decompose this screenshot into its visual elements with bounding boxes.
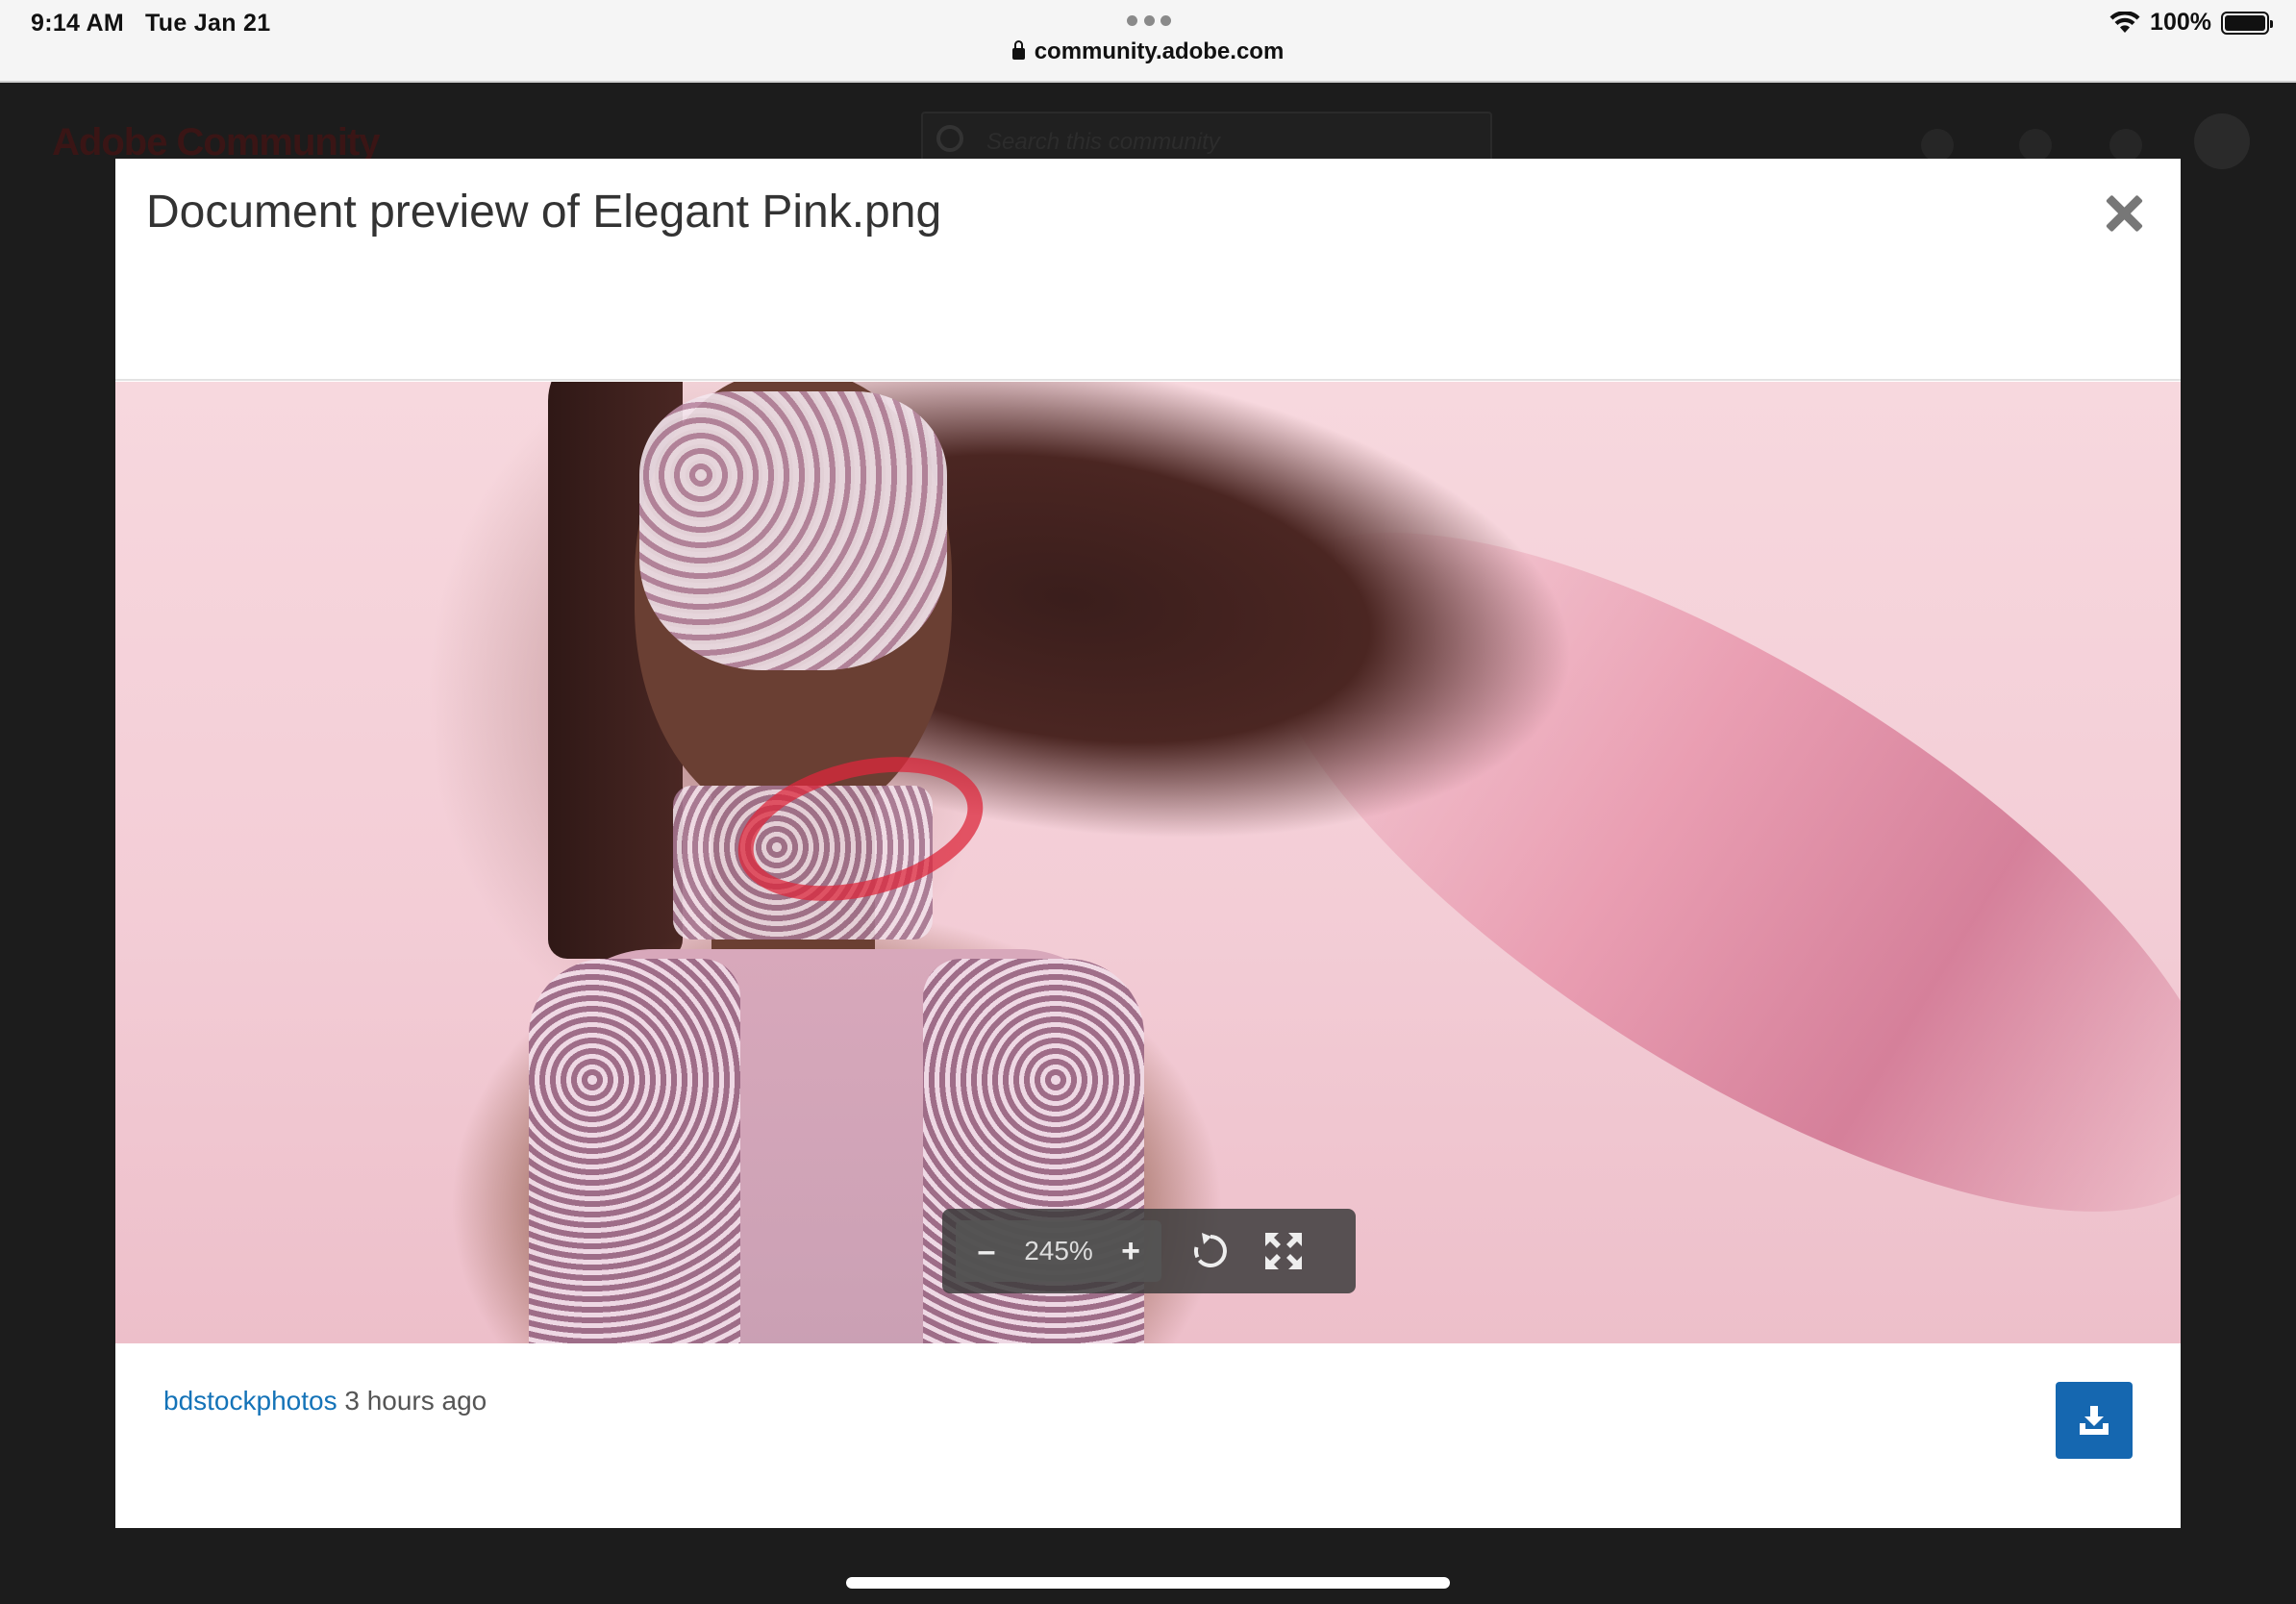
- close-button[interactable]: [2106, 195, 2142, 232]
- status-date: Tue Jan 21: [145, 10, 271, 37]
- author-line: bdstockphotos 3 hours ago: [163, 1386, 487, 1416]
- battery-percent: 100%: [2150, 9, 2211, 36]
- modal-footer: bdstockphotos 3 hours ago: [115, 1343, 2181, 1528]
- globe-icon: [1921, 129, 1954, 162]
- lock-icon: [1011, 40, 1025, 60]
- home-indicator[interactable]: [846, 1577, 1450, 1589]
- author-link[interactable]: bdstockphotos: [163, 1386, 337, 1416]
- background-search-placeholder: Search this community: [986, 129, 1220, 155]
- address-url: community.adobe.com: [1034, 38, 1285, 64]
- zoom-in-button[interactable]: +: [1111, 1228, 1150, 1274]
- rotate-button[interactable]: [1188, 1229, 1233, 1273]
- address-bar[interactable]: community.adobe.com: [0, 38, 2296, 65]
- image-preview[interactable]: – 245% +: [115, 382, 2181, 1343]
- fullscreen-button[interactable]: [1261, 1229, 1306, 1273]
- bell-icon: [2109, 129, 2142, 162]
- background-page-header: Adobe Community Search this community: [0, 85, 2296, 169]
- messages-icon: [2019, 129, 2052, 162]
- document-preview-modal: Document preview of Elegant Pink.png – 2…: [115, 159, 2181, 1528]
- download-icon: [2080, 1406, 2109, 1435]
- avatar: [2194, 113, 2250, 169]
- rotate-icon: [1193, 1233, 1227, 1267]
- modal-header: Document preview of Elegant Pink.png: [115, 159, 2181, 381]
- zoom-level: 245%: [1024, 1236, 1093, 1266]
- post-time: 3 hours ago: [344, 1386, 487, 1416]
- multitasking-dots-icon[interactable]: [1127, 15, 1171, 27]
- wifi-icon: [2109, 11, 2140, 33]
- battery-icon: [2221, 11, 2273, 35]
- ios-status-bar: 9:14 AM Tue Jan 21 community.adobe.com 10…: [0, 0, 2296, 83]
- status-clock: 9:14 AM: [31, 10, 125, 37]
- modal-title: Document preview of Elegant Pink.png: [146, 187, 942, 238]
- preview-image-mask: [639, 391, 947, 670]
- zoom-controls: – 245% +: [956, 1220, 1161, 1282]
- expand-icon: [1265, 1233, 1302, 1269]
- zoom-out-button[interactable]: –: [967, 1228, 1006, 1274]
- preview-image-dress-left: [529, 959, 740, 1343]
- status-time: 9:14 AM Tue Jan 21: [31, 10, 291, 38]
- download-button[interactable]: [2056, 1382, 2133, 1459]
- zoom-toolbar: – 245% +: [942, 1209, 1356, 1293]
- background-search-box: Search this community: [921, 112, 1492, 165]
- search-icon: [936, 125, 963, 152]
